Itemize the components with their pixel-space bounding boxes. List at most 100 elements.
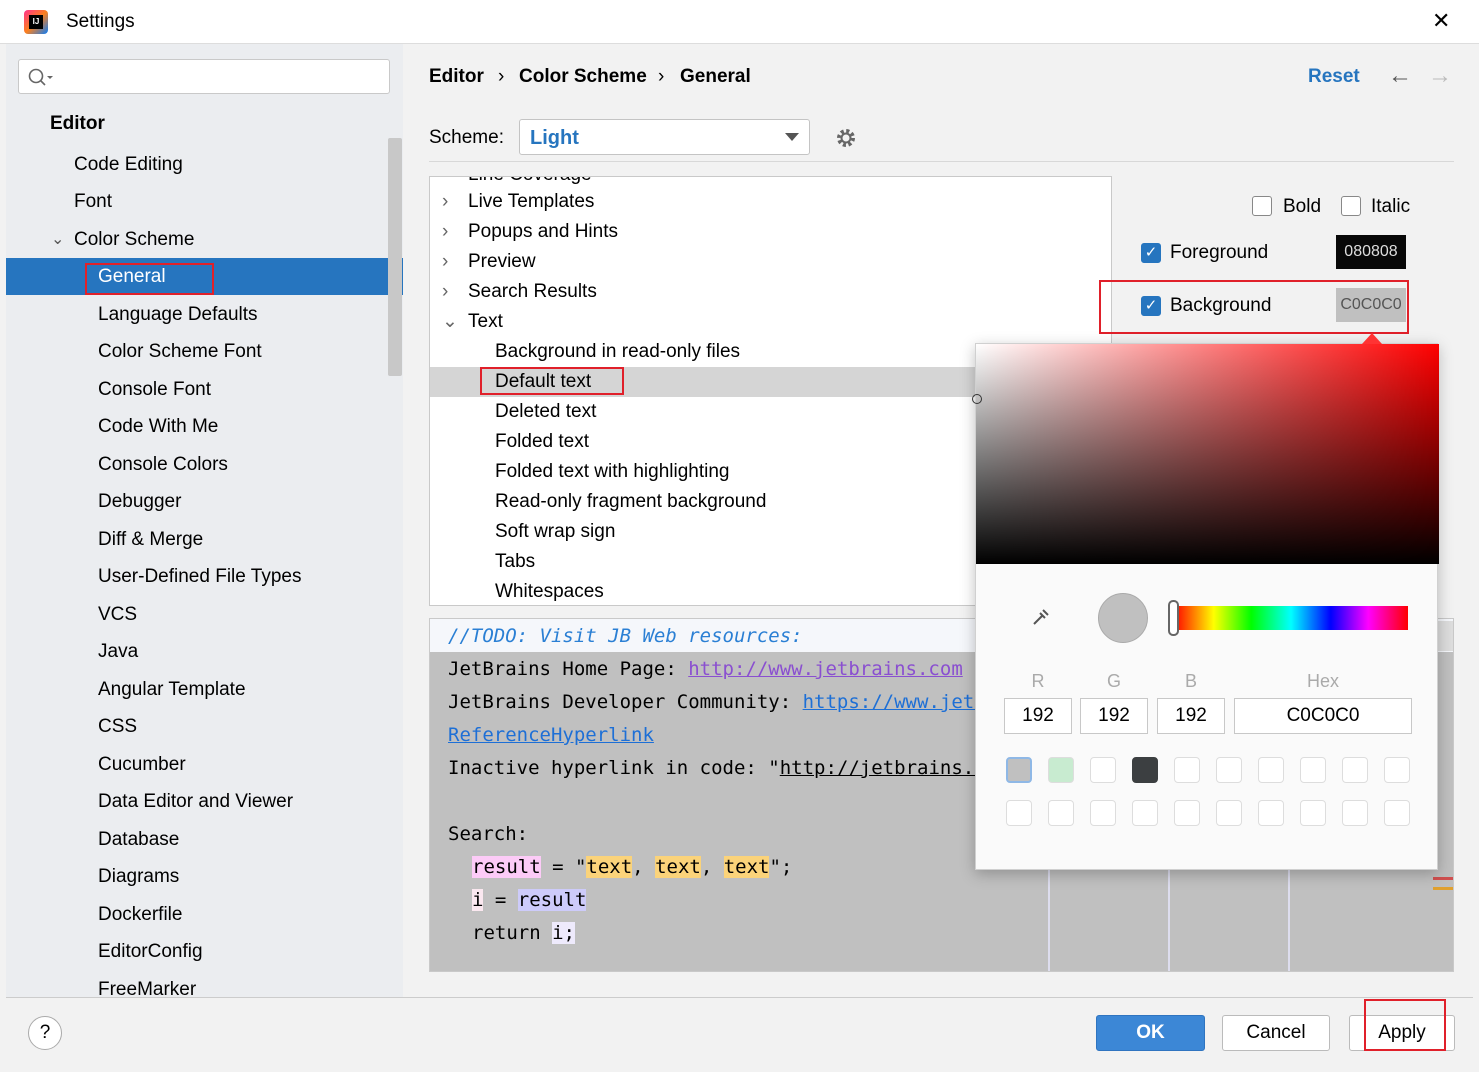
chevron-right-icon[interactable]: › [442, 187, 448, 217]
close-icon[interactable]: ✕ [1432, 8, 1450, 34]
background-color-swatch[interactable]: C0C0C0 [1336, 288, 1406, 322]
sidebar-item-data-editor-and-viewer[interactable]: Data Editor and Viewer [6, 783, 403, 820]
chevron-down-icon[interactable]: ⌄ [442, 307, 458, 337]
bold-checkbox[interactable] [1252, 196, 1272, 216]
recent-color-swatch[interactable] [1006, 757, 1032, 783]
preview-search-label: Search: [448, 823, 529, 845]
recent-color-swatch[interactable] [1384, 757, 1410, 783]
sidebar-item-color-scheme[interactable]: ⌄ Color Scheme [6, 221, 403, 258]
sidebar-item-vcs[interactable]: VCS [6, 596, 403, 633]
sidebar-item-debugger[interactable]: Debugger [6, 483, 403, 520]
tree-item-label: Folded text with highlighting [495, 461, 730, 482]
chevron-right-icon[interactable]: › [442, 277, 448, 307]
recent-color-swatch[interactable] [1174, 800, 1200, 826]
recent-color-swatch[interactable] [1258, 800, 1284, 826]
sidebar-item-diagrams[interactable]: Diagrams [6, 858, 403, 895]
breadcrumb-color-scheme[interactable]: Color Scheme [519, 66, 647, 88]
search-result: text [586, 856, 633, 878]
recent-color-swatch[interactable] [1048, 800, 1074, 826]
recent-color-swatch[interactable] [1342, 800, 1368, 826]
tree-item-label: Default text [495, 371, 592, 392]
sidebar-item-label: Diagrams [98, 866, 180, 887]
recent-color-swatch[interactable] [1006, 800, 1032, 826]
reset-link[interactable]: Reset [1308, 66, 1360, 88]
sidebar-item-console-font[interactable]: Console Font [6, 371, 403, 408]
sidebar-item-diff-merge[interactable]: Diff & Merge [6, 521, 403, 558]
back-arrow-icon[interactable]: ← [1388, 62, 1412, 90]
background-checkbox[interactable]: ✓ [1141, 296, 1161, 316]
sidebar-item-general[interactable]: General [6, 258, 403, 295]
foreground-color-swatch[interactable]: 080808 [1336, 235, 1406, 269]
sidebar-item-font[interactable]: Font [6, 183, 403, 220]
recent-color-swatch[interactable] [1216, 757, 1242, 783]
sidebar-item-database[interactable]: Database [6, 821, 403, 858]
sidebar-item-freemarker[interactable]: FreeMarker [6, 971, 403, 997]
chevron-right-icon[interactable]: › [442, 217, 448, 247]
red-input[interactable]: 192 [1004, 698, 1072, 734]
eyedropper-icon[interactable] [1030, 606, 1052, 628]
sidebar-item-label: Color Scheme [74, 229, 195, 250]
sidebar-item-code-with-me[interactable]: Code With Me [6, 408, 403, 445]
chevron-right-icon[interactable]: › [442, 247, 448, 277]
sidebar-item-color-scheme-font[interactable]: Color Scheme Font [6, 333, 403, 370]
divider [429, 161, 1454, 162]
tree-item-label: Background in read-only files [495, 341, 741, 362]
tree-item[interactable]: › Live Templates [430, 187, 1111, 217]
tree-item[interactable]: › Popups and Hints [430, 217, 1111, 247]
identifier-read: result [517, 889, 587, 911]
foreground-checkbox[interactable]: ✓ [1141, 243, 1161, 263]
chevron-down-icon[interactable]: ⌄ [51, 221, 64, 258]
recent-color-swatch[interactable] [1132, 800, 1158, 826]
preview-reference-hyperlink[interactable]: ReferenceHyperlink [448, 719, 654, 752]
recent-color-swatch[interactable] [1258, 757, 1284, 783]
hex-input[interactable]: C0C0C0 [1234, 698, 1412, 734]
tree-item[interactable]: › Search Results [430, 277, 1111, 307]
apply-button[interactable]: Apply [1349, 1015, 1455, 1051]
ok-button[interactable]: OK [1096, 1015, 1205, 1051]
forward-arrow-icon[interactable]: → [1428, 62, 1452, 90]
preview-visited-link[interactable]: http://www.jetbrains.com [688, 658, 963, 680]
breadcrumb-editor[interactable]: Editor [429, 66, 484, 88]
recent-color-swatch[interactable] [1090, 757, 1116, 783]
sidebar-item-editorconfig[interactable]: EditorConfig [6, 933, 403, 970]
recent-color-swatch[interactable] [1300, 757, 1326, 783]
color-cursor[interactable] [972, 394, 982, 404]
blue-input[interactable]: 192 [1157, 698, 1225, 734]
recent-color-swatch[interactable] [1132, 757, 1158, 783]
scheme-select[interactable]: Light [519, 119, 810, 155]
tree-item[interactable]: ⌄ Text [430, 307, 1111, 337]
recent-color-swatch[interactable] [1384, 800, 1410, 826]
recent-color-swatch[interactable] [1342, 757, 1368, 783]
gear-icon[interactable] [834, 126, 858, 150]
sidebar-scrollbar[interactable] [388, 138, 402, 376]
recent-color-swatch[interactable] [1090, 800, 1116, 826]
sidebar-item-cucumber[interactable]: Cucumber [6, 746, 403, 783]
sidebar-item-angular-template[interactable]: Angular Template [6, 671, 403, 708]
tree-item-partial[interactable]: Line Coverage [468, 177, 592, 184]
tree-item-label: Popups and Hints [468, 221, 618, 242]
hue-slider[interactable] [1174, 606, 1408, 630]
sidebar-item-java[interactable]: Java [6, 633, 403, 670]
sidebar-item-user-defined-file-types[interactable]: User-Defined File Types [6, 558, 403, 595]
sidebar-item-label: Color Scheme Font [98, 341, 262, 362]
sidebar-item-console-colors[interactable]: Console Colors [6, 446, 403, 483]
tree-item-label: Deleted text [495, 401, 597, 422]
saturation-value-area[interactable] [976, 344, 1439, 564]
cancel-button[interactable]: Cancel [1222, 1015, 1330, 1051]
recent-color-swatch[interactable] [1216, 800, 1242, 826]
hue-slider-thumb[interactable] [1168, 600, 1179, 636]
sidebar-item-language-defaults[interactable]: Language Defaults [6, 296, 403, 333]
italic-checkbox[interactable] [1341, 196, 1361, 216]
sidebar-item-dockerfile[interactable]: Dockerfile [6, 896, 403, 933]
breadcrumb-separator: › [498, 66, 505, 87]
help-button[interactable]: ? [28, 1016, 62, 1050]
sidebar-item-label: Language Defaults [98, 304, 258, 325]
sidebar-item-code-editing[interactable]: Code Editing [6, 146, 403, 183]
sidebar-item-css[interactable]: CSS [6, 708, 403, 745]
recent-color-swatch[interactable] [1048, 757, 1074, 783]
tree-item[interactable]: › Preview [430, 247, 1111, 277]
recent-color-swatch[interactable] [1300, 800, 1326, 826]
recent-color-swatch[interactable] [1174, 757, 1200, 783]
divider [6, 997, 1473, 998]
green-input[interactable]: 192 [1080, 698, 1148, 734]
